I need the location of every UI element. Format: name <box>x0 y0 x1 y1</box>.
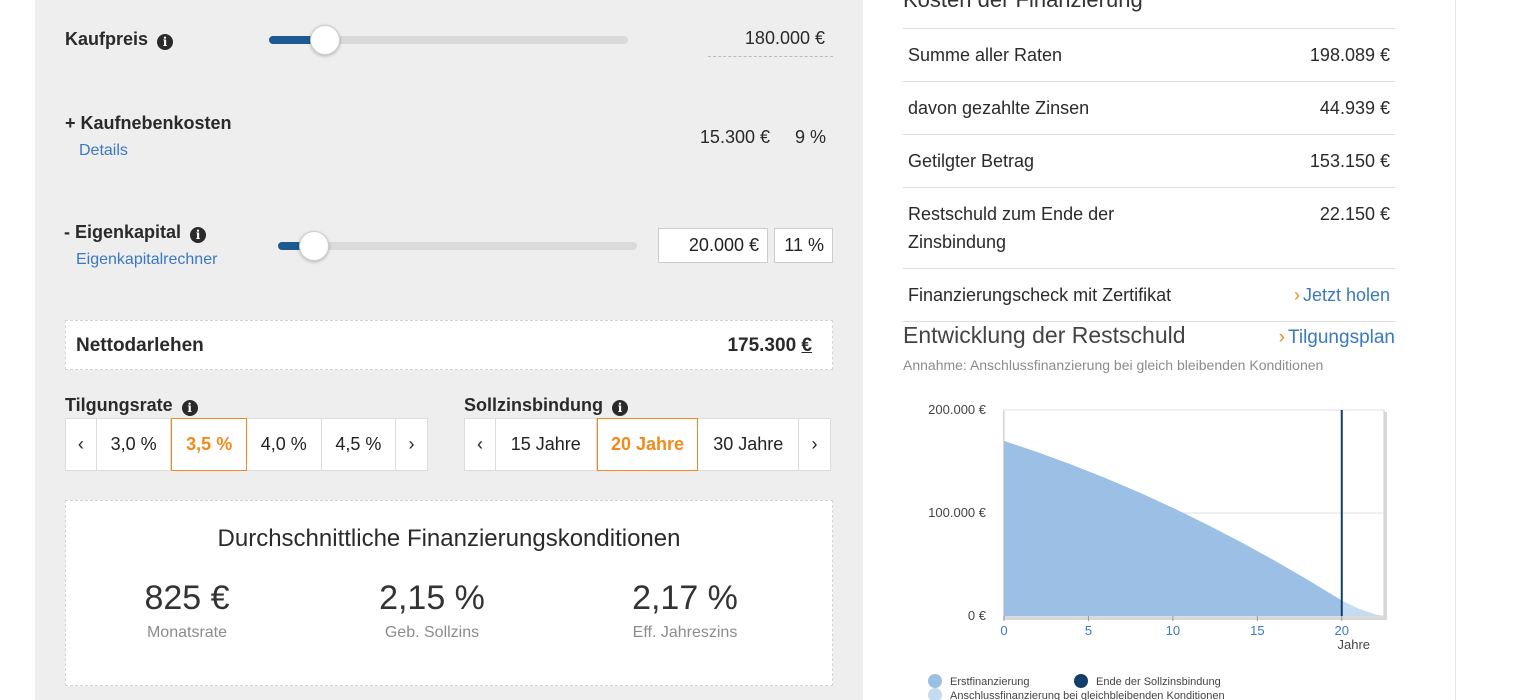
tilgungsrate-selector: ‹ 3,0 % 3,5 % 4,0 % 4,5 % › <box>65 418 428 471</box>
nettodarlehen-value: 175.300 € <box>727 335 812 357</box>
kosten-row-value: 198.089 € <box>1309 45 1390 65</box>
kosten-row: davon gezahlte Zinsen 44.939 € <box>903 82 1395 135</box>
kaufpreis-label: Kaufpreis i <box>65 29 174 50</box>
chart-subtitle: Annahme: Anschlussfinanzierung bei gleic… <box>903 357 1324 373</box>
details-link[interactable]: Details <box>79 142 128 160</box>
legend-dot <box>928 688 942 700</box>
kaufpreis-value[interactable]: 180.000 € <box>708 28 833 57</box>
sollzinsbindung-option[interactable]: 30 Jahre <box>698 419 800 470</box>
eigenkapital-amount-input[interactable]: 20.000 € <box>658 228 768 263</box>
kosten-title: Kosten der Finanzierung <box>903 0 1143 13</box>
tilgungsplan-link[interactable]: › Tilgungsplan <box>1279 327 1395 349</box>
tilgungsrate-option-selected[interactable]: 3,5 % <box>171 418 247 471</box>
nettodarlehen-amount: 175.300 <box>727 335 797 356</box>
x-tick-label: 0 <box>1000 623 1007 638</box>
x-tick-label: 20 <box>1335 623 1349 638</box>
x-tick-label: 5 <box>1085 623 1092 638</box>
tilgungsplan-link-text: Tilgungsplan <box>1287 327 1395 348</box>
y-tick-label: 0 € <box>968 608 987 623</box>
legend-dot <box>1074 674 1088 688</box>
eigenkapital-label-text: - Eigenkapital <box>64 222 182 242</box>
jahreszins-value: 2,17 % <box>632 579 738 617</box>
monatsrate-label: Monatsrate <box>146 624 228 641</box>
sollzinsbindung-prev-button[interactable]: ‹ <box>465 419 496 470</box>
kosten-row-label: Restschuld zum Ende der Zinsbindung <box>908 204 1115 252</box>
tilgungsrate-option[interactable]: 3,0 % <box>97 419 172 470</box>
chart-title: Entwicklung der Restschuld <box>903 322 1186 348</box>
chevron-right-icon: › <box>1278 327 1285 348</box>
nebenkosten-percent: 9 % <box>794 127 826 147</box>
legend-label: Anschlussfinanzierung bei gleichbleibend… <box>950 690 1225 700</box>
kosten-row-value: 44.939 € <box>1319 98 1390 118</box>
sollzins-block: 2,15 % Geb. Sollzins <box>312 579 552 642</box>
kosten-row: Getilgter Betrag 153.150 € <box>903 135 1395 188</box>
legend-item-erstfinanzierung[interactable]: Erstfinanzierung <box>928 674 1030 688</box>
legend-label: Ende der Sollzinsbindung <box>1096 676 1221 688</box>
legend-label: Erstfinanzierung <box>950 676 1030 688</box>
nebenkosten-amount: 15.300 € <box>699 127 770 147</box>
info-icon[interactable]: i <box>181 400 198 416</box>
eigenkapital-slider-thumb[interactable] <box>298 231 329 261</box>
tilgungsrate-label-text: Tilgungsrate <box>65 395 173 415</box>
tilgungsrate-option[interactable]: 4,0 % <box>247 419 322 470</box>
y-tick-label: 100.000 € <box>928 505 987 520</box>
legend-item-ende-sollzinsbindung[interactable]: Ende der Sollzinsbindung <box>1074 674 1221 688</box>
kosten-row-value: 153.150 € <box>1309 151 1390 171</box>
jahreszins-block: 2,17 % Eff. Jahreszins <box>565 579 805 642</box>
kaufpreis-label-text: Kaufpreis <box>65 29 149 49</box>
kaufpreis-slider-thumb[interactable] <box>309 25 340 55</box>
legend-dot <box>928 674 942 688</box>
sollzins-label: Geb. Sollzins <box>384 624 480 641</box>
jahreszins-label: Eff. Jahreszins <box>632 624 738 641</box>
chevron-right-icon: › <box>1293 285 1300 305</box>
tilgungsrate-option[interactable]: 4,5 % <box>322 419 397 470</box>
monatsrate-block: 825 € Monatsrate <box>67 579 307 642</box>
tilgungsrate-label: Tilgungsrate i <box>65 395 198 416</box>
tilgungsrate-next-button[interactable]: › <box>396 419 427 470</box>
tilgungsrate-prev-button[interactable]: ‹ <box>66 419 97 470</box>
restschuld-chart: 200.000 € 100.000 € 0 € 0 5 10 15 20Jahre <box>928 402 1387 652</box>
conditions-box: Durchschnittliche Finanzierungskondition… <box>65 500 833 686</box>
info-icon[interactable]: i <box>612 400 628 416</box>
x-tick-label: 15 <box>1250 623 1264 638</box>
x-tick-label: 10 <box>1166 623 1180 638</box>
kosten-row-value: 22.150 € <box>1319 204 1390 224</box>
kosten-table: Summe aller Raten 198.089 € davon gezahl… <box>903 28 1395 322</box>
nettodarlehen-label: Nettodarlehen <box>76 335 204 356</box>
legend-item-anschlussfinanzierung[interactable]: Anschlussfinanzierung bei gleichbleibend… <box>928 688 1225 700</box>
sollzinsbindung-label: Sollzinsbindung i <box>464 395 628 416</box>
jetzt-holen-link[interactable]: › Jetzt holen <box>1294 281 1390 309</box>
sollzinsbindung-label-text: Sollzinsbindung <box>464 395 603 415</box>
eigenkapital-label: - Eigenkapital i <box>64 222 207 243</box>
info-icon[interactable]: i <box>190 227 207 243</box>
sollzinsbindung-selector: ‹ 15 Jahre 20 Jahre 30 Jahre › <box>464 418 831 471</box>
kaufpreis-value-text: 180.000 € <box>744 28 825 48</box>
jetzt-holen-link-text: Jetzt holen <box>1302 285 1390 305</box>
sollzinsbindung-next-button[interactable]: › <box>799 419 830 470</box>
x-axis-label: Jahre <box>1338 637 1371 652</box>
info-icon[interactable]: i <box>157 34 174 50</box>
conditions-title: Durchschnittliche Finanzierungskondition… <box>217 525 681 552</box>
kosten-row: Restschuld zum Ende der Zinsbindung 22.1… <box>903 188 1395 269</box>
eigenkapitalrechner-link[interactable]: Eigenkapitalrechner <box>76 251 217 269</box>
sollzinsbindung-option-selected[interactable]: 20 Jahre <box>596 418 699 471</box>
nettodarlehen-unit: € <box>801 335 812 356</box>
nebenkosten-label: + Kaufnebenkosten <box>65 113 232 133</box>
monatsrate-value: 825 € <box>144 579 230 617</box>
nettodarlehen-box: Nettodarlehen 175.300 € <box>65 320 833 370</box>
finanzierungscheck-row: Finanzierungscheck mit Zertifikat › Jetzt… <box>903 269 1395 322</box>
sollzinsbindung-option[interactable]: 15 Jahre <box>496 419 597 470</box>
kosten-row: Summe aller Raten 198.089 € <box>903 28 1395 82</box>
sollzins-value: 2,15 % <box>379 579 485 617</box>
kaufpreis-slider[interactable] <box>269 25 628 55</box>
page-divider <box>1455 0 1456 700</box>
eigenkapital-slider[interactable] <box>278 231 637 261</box>
eigenkapital-percent-input[interactable]: 11 % <box>774 228 833 263</box>
y-tick-label: 200.000 € <box>928 402 987 417</box>
